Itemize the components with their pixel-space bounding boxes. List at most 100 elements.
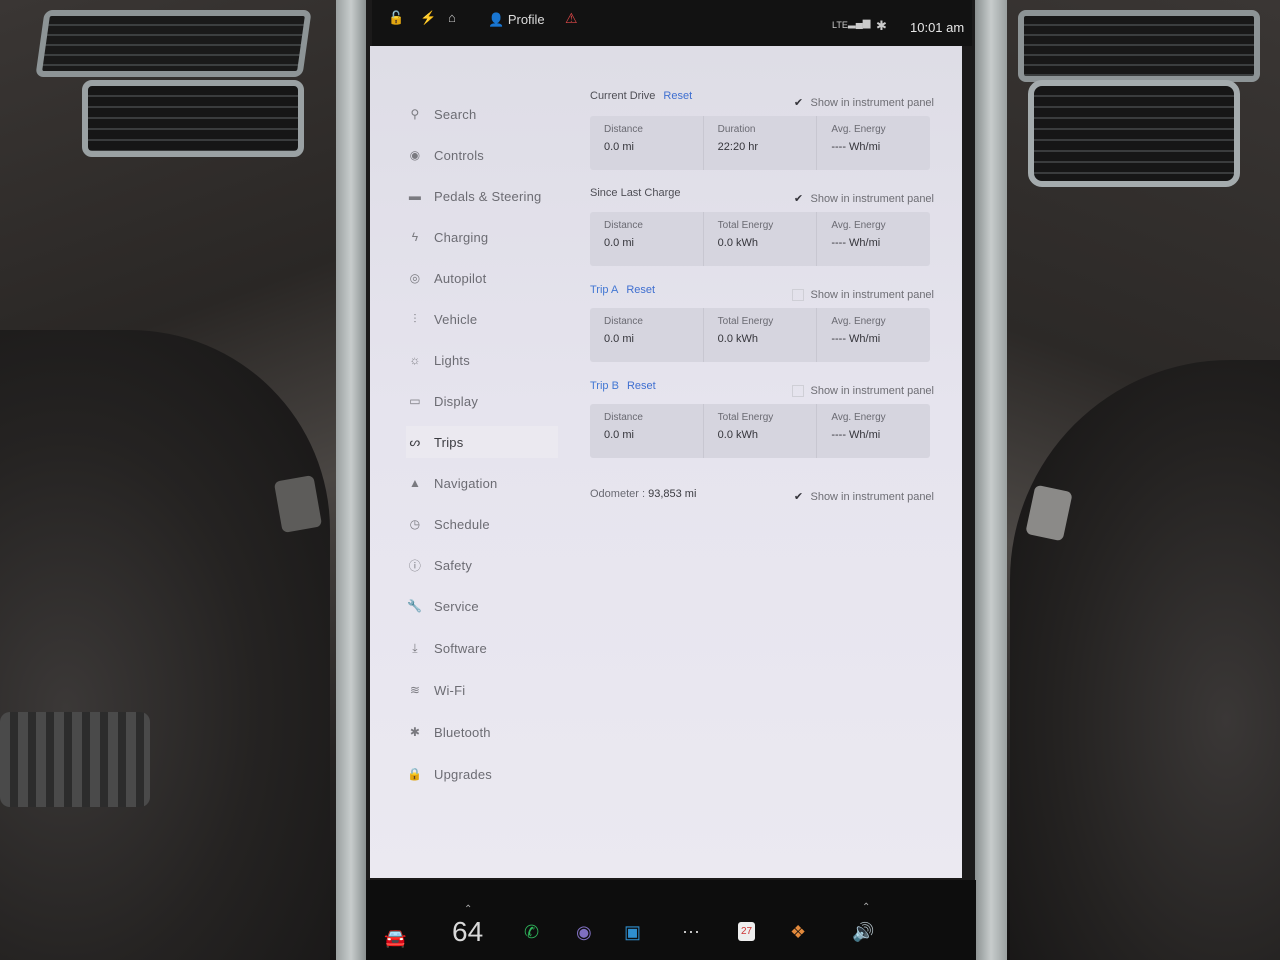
signal-icon: ▂▄▆ (848, 18, 871, 29)
wrench-icon: 🔧 (407, 599, 423, 613)
stat-cell: Avg. Energy ---- Wh/mi (831, 412, 886, 441)
volume-icon[interactable]: 🔊 (852, 922, 874, 943)
air-vent-left-lower (82, 80, 304, 157)
trip-b-reset-button[interactable]: Reset (627, 380, 656, 392)
car-icon[interactable]: 🚘 (384, 928, 406, 949)
car-icon: ▬ (408, 189, 422, 203)
checkbox-empty-icon (792, 385, 805, 397)
stat-cell: Avg. Energy ---- Wh/mi (831, 124, 886, 153)
stat-cell: Avg. Energy ---- Wh/mi (831, 316, 886, 345)
trip-b-card: Distance 0.0 mi Total Energy 0.0 kWh Avg. … (590, 404, 930, 458)
user-icon: 👤 (488, 12, 505, 27)
stat-cell: Distance 0.0 mi (590, 212, 704, 266)
current-drive-header: Current Drive Reset (590, 90, 693, 102)
stat-cell: Total Energy 0.0 kWh (704, 308, 818, 362)
trip-a-reset-button[interactable]: Reset (626, 284, 655, 296)
stat-cell: Duration 22:20 hr (704, 116, 818, 170)
profile-label: Profile (507, 12, 545, 27)
display-icon: ▭ (409, 394, 421, 408)
air-vent-left-upper (35, 10, 312, 77)
sliders-icon: ⫶ (413, 311, 417, 326)
sidebar-item-search[interactable]: ⚲ Search (406, 98, 596, 130)
checkmark-icon: ✔ (793, 491, 804, 503)
toybox-icon[interactable]: ▣ (624, 922, 641, 943)
screen-bezel-right (975, 0, 1007, 960)
pedal (0, 712, 150, 807)
stat-cell: Avg. Energy ---- Wh/mi (831, 220, 886, 249)
sun-icon: ☼ (409, 353, 421, 367)
checkmark-icon: ✔ (793, 97, 804, 109)
profile-button[interactable]: 👤 Profile (488, 12, 545, 28)
sidebar-item-safety[interactable]: ⓘ Safety (406, 549, 596, 581)
trip-b-show-checkbox[interactable]: Show in instrument panel (792, 382, 934, 400)
navigation-arrow-icon: ▲ (408, 476, 422, 490)
odometer-value: 93,853 mi (648, 488, 697, 500)
bluetooth-status-icon[interactable]: ✱ (876, 18, 887, 34)
stat-cell: Distance 0.0 mi (590, 308, 704, 362)
current-drive-card: Distance 0.0 mi Duration 22:20 hr Avg. Ene… (590, 116, 930, 170)
sidebar-item-service[interactable]: 🔧 Service (406, 590, 596, 622)
sidebar-item-charging[interactable]: ϟ Charging (406, 221, 596, 253)
download-icon: ⤓ (412, 640, 418, 655)
air-vent-right-upper (1018, 10, 1260, 82)
alert-circle-icon: ⓘ (408, 558, 422, 573)
more-apps-icon[interactable]: ⋯ (682, 922, 700, 943)
calendar-icon[interactable]: 27 (738, 922, 756, 941)
stat-cell: Distance 0.0 mi (590, 404, 704, 458)
sidebar-item-pedals-steering[interactable]: ▬ Pedals & Steering (406, 180, 596, 212)
sidebar-item-display[interactable]: ▭ Display (406, 385, 596, 417)
sidebar-item-vehicle[interactable]: ⫶ Vehicle (406, 303, 596, 335)
trip-b-header: Trip B Reset (590, 380, 656, 392)
screen-bezel-left (336, 0, 366, 960)
stat-cell: Total Energy 0.0 kWh (704, 212, 818, 266)
sidebar-item-autopilot[interactable]: ◎ Autopilot (406, 262, 596, 294)
since-last-charge-header: Since Last Charge (590, 187, 681, 199)
sidebar-item-navigation[interactable]: ▲ Navigation (406, 467, 596, 499)
camera-icon[interactable]: ◉ (576, 922, 592, 943)
trips-icon: ᔕ (409, 435, 421, 449)
trip-a-show-checkbox[interactable]: Show in instrument panel (792, 286, 934, 304)
clock: 10:01 am (910, 20, 965, 35)
bolt-icon: ϟ (411, 230, 419, 244)
clock-icon: ◷ (409, 517, 421, 531)
lock-icon: 🔒 (407, 767, 423, 781)
steering-wheel-icon: ◎ (409, 271, 421, 285)
sidebar-item-bluetooth[interactable]: ✱ Bluetooth (406, 716, 596, 748)
sidebar-item-schedule[interactable]: ◷ Schedule (406, 508, 596, 540)
stat-cell: Distance 0.0 mi (590, 116, 704, 170)
home-icon[interactable]: ⌂ (448, 10, 456, 25)
cabin-temperature[interactable]: 64 (452, 916, 483, 948)
phone-icon[interactable]: ✆ (524, 922, 539, 943)
network-indicator: LTE (832, 20, 848, 30)
odometer: Odometer : 93,853 mi (590, 488, 697, 500)
checkbox-empty-icon (792, 289, 805, 301)
trip-a-card: Distance 0.0 mi Total Energy 0.0 kWh Avg. … (590, 308, 930, 362)
sidebar-item-upgrades[interactable]: 🔒 Upgrades (406, 758, 596, 790)
sidebar-item-controls[interactable]: ◉ Controls (406, 139, 596, 171)
stat-cell: Total Energy 0.0 kWh (704, 404, 818, 458)
since-last-charge-show-checkbox[interactable]: ✔ Show in instrument panel (792, 190, 934, 208)
lock-icon[interactable]: 🔓 (388, 10, 404, 26)
chevron-up-icon[interactable]: ⌃ (464, 904, 472, 915)
since-last-charge-card: Distance 0.0 mi Total Energy 0.0 kWh Avg. … (590, 212, 930, 266)
sidebar-item-lights[interactable]: ☼ Lights (406, 344, 596, 376)
odometer-show-checkbox[interactable]: ✔ Show in instrument panel (792, 488, 934, 506)
checkmark-icon: ✔ (793, 193, 804, 205)
bluetooth-icon: ✱ (409, 725, 421, 739)
chevron-up-icon[interactable]: ⌃ (862, 902, 870, 913)
toggle-icon: ◉ (409, 148, 421, 162)
sidebar-item-trips[interactable]: ᔕ Trips (406, 426, 558, 458)
search-icon: ⚲ (410, 107, 420, 121)
current-drive-show-checkbox[interactable]: ✔ Show in instrument panel (792, 94, 934, 112)
sidebar-item-wifi[interactable]: ≋ Wi-Fi (406, 674, 596, 706)
wifi-icon: ≋ (409, 683, 421, 697)
air-vent-right-lower (1028, 80, 1240, 187)
sidebar-item-software[interactable]: ⤓ Software (406, 632, 596, 664)
bolt-icon[interactable]: ⚡ (420, 10, 436, 26)
trip-a-header: Trip A Reset (590, 284, 656, 296)
seat-left (0, 330, 330, 960)
current-drive-reset-button[interactable]: Reset (663, 90, 692, 102)
settings-panel: ⚲ Search ◉ Controls ▬ Pedals & Steering ϟ Ch… (370, 46, 962, 878)
apps-launcher-icon[interactable]: ❖ (790, 922, 806, 943)
warning-icon[interactable]: ⚠ (565, 10, 578, 27)
